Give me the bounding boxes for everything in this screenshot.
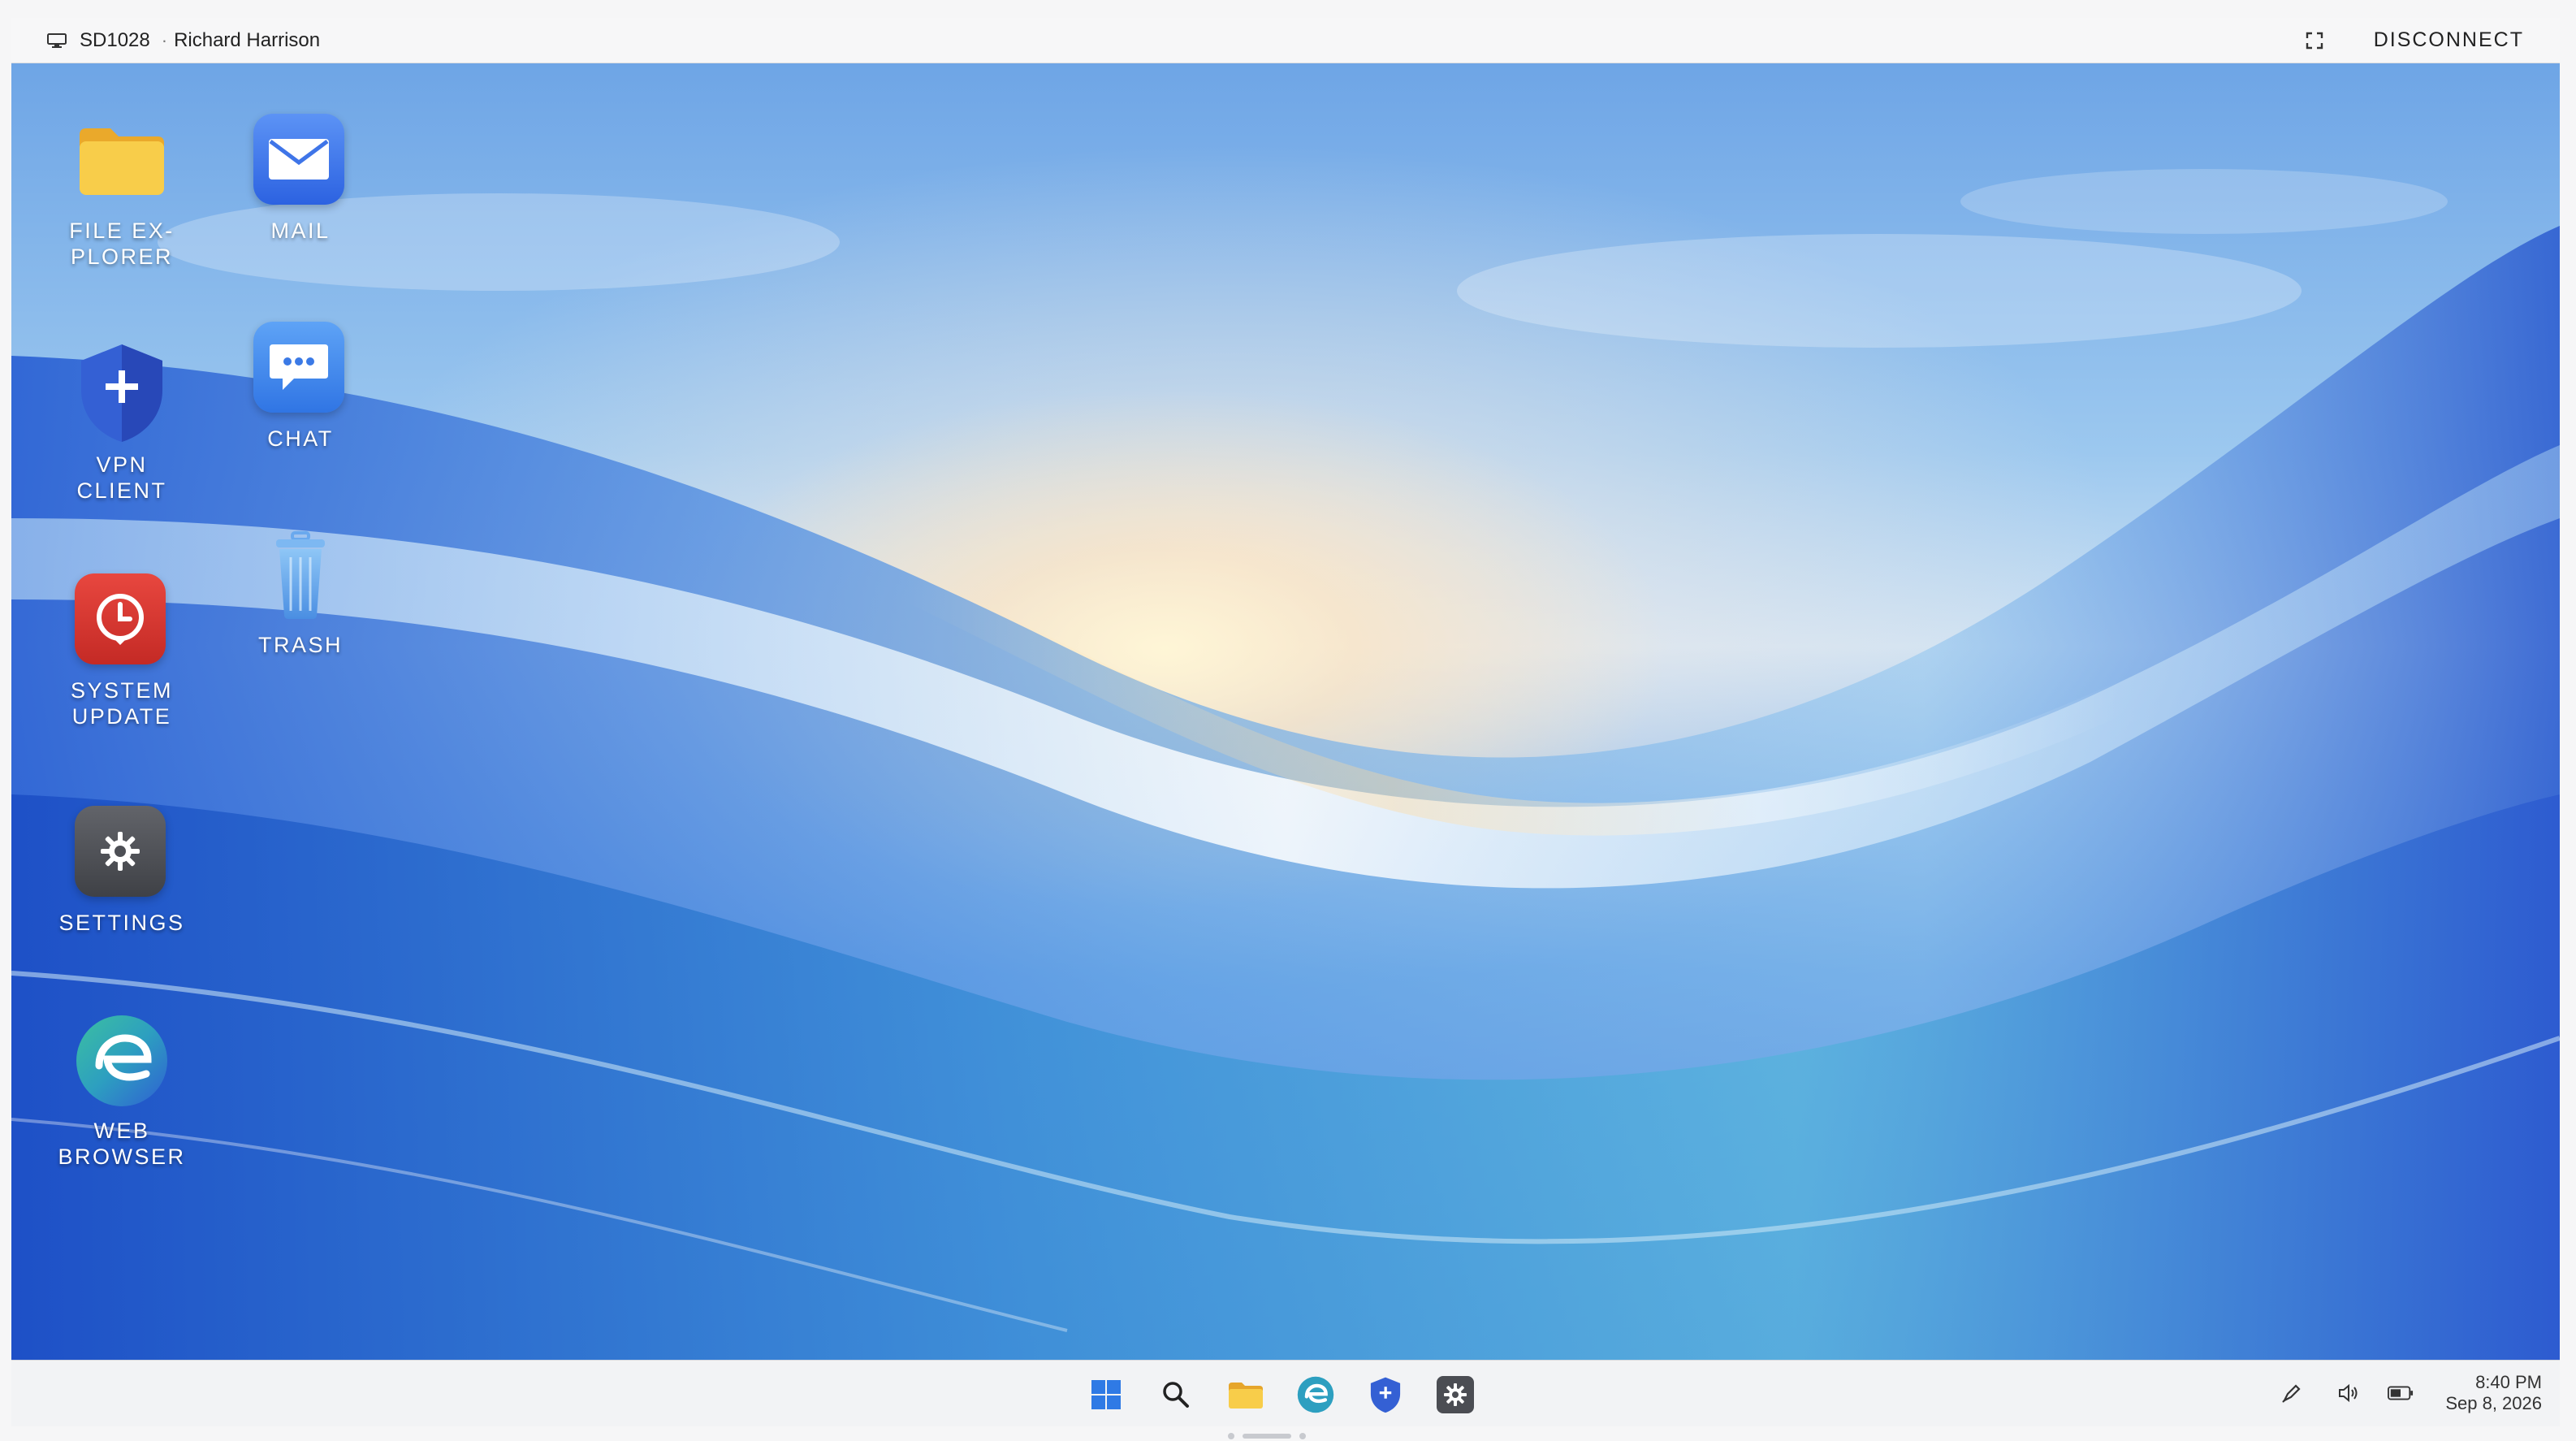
shield-icon xyxy=(75,340,169,442)
disconnect-button[interactable]: DISCONNECT xyxy=(2374,28,2524,52)
resize-handle-dot xyxy=(1299,1433,1306,1439)
desktop-icon-label: MAIL xyxy=(270,219,331,243)
clock-date: Sep 8, 2026 xyxy=(2445,1393,2542,1413)
desktop-icon-label: CHAT xyxy=(267,426,334,451)
folder-icon[interactable] xyxy=(1226,1375,1265,1414)
taskbar: 8:40 PM Sep 8, 2026 xyxy=(11,1360,2560,1426)
chat-icon xyxy=(253,322,348,416)
desktop-icon-label: SETTINGS xyxy=(58,911,185,935)
desktop-icon-settings[interactable]: SETTINGS xyxy=(24,806,219,936)
monitor-icon xyxy=(47,32,67,48)
browser-icon[interactable] xyxy=(1296,1375,1335,1414)
desktop-icon-file-explorer[interactable]: FILE EX- PLORER xyxy=(24,114,219,270)
separator-dot: · xyxy=(161,29,168,50)
desktop-icon-chat[interactable]: CHAT xyxy=(203,322,398,452)
session-bar: SD1028 · Richard Harrison DISCONNECT xyxy=(11,18,2560,63)
clock[interactable]: 8:40 PM Sep 8, 2026 xyxy=(2445,1372,2542,1414)
trash-icon xyxy=(253,528,348,622)
fullscreen-icon[interactable] xyxy=(2306,32,2323,50)
desktop-icon-label: VPN CLIENT xyxy=(76,452,167,503)
resize-handle-dot xyxy=(1228,1433,1234,1439)
folder-icon xyxy=(75,114,169,208)
desktop-icon-label: SYSTEM UPDATE xyxy=(70,678,174,729)
session-id: SD1028 xyxy=(80,28,150,51)
vpn-shield-icon[interactable] xyxy=(1366,1375,1405,1414)
desktop: FILE EX- PLORER MAIL VPN CLIENT CHAT SYS… xyxy=(11,63,2560,1360)
desktop-icon-label: FILE EX- PLORER xyxy=(69,219,175,269)
browser-icon xyxy=(75,1014,169,1108)
mail-icon xyxy=(253,114,348,208)
desktop-icon-vpn-client[interactable]: VPN CLIENT xyxy=(24,340,219,504)
clock-icon xyxy=(75,573,169,668)
desktop-icon-web-browser[interactable]: WEB BROWSER xyxy=(24,1014,219,1170)
desktop-icon-system-update[interactable]: SYSTEM UPDATE xyxy=(24,573,219,729)
start-icon[interactable] xyxy=(1087,1375,1126,1414)
desktop-icon-trash[interactable]: TRASH xyxy=(203,528,398,658)
battery-icon[interactable] xyxy=(2388,1380,2414,1406)
desktop-icon-mail[interactable]: MAIL xyxy=(203,114,398,244)
search-icon[interactable] xyxy=(1156,1375,1195,1414)
session-user: Richard Harrison xyxy=(174,28,321,51)
volume-icon[interactable] xyxy=(2336,1380,2362,1406)
desktop-icon-label: WEB BROWSER xyxy=(58,1119,186,1169)
desktop-icon-label: TRASH xyxy=(257,633,343,657)
pen-icon[interactable] xyxy=(2279,1380,2305,1406)
settings-icon[interactable] xyxy=(1436,1375,1475,1414)
gear-icon xyxy=(75,806,169,900)
resize-handle[interactable] xyxy=(1243,1434,1291,1439)
wallpaper xyxy=(11,169,2560,1360)
remote-session-window: SD1028 · Richard Harrison DISCONNECT FIL… xyxy=(11,18,2560,1426)
clock-time: 8:40 PM xyxy=(2475,1372,2542,1392)
